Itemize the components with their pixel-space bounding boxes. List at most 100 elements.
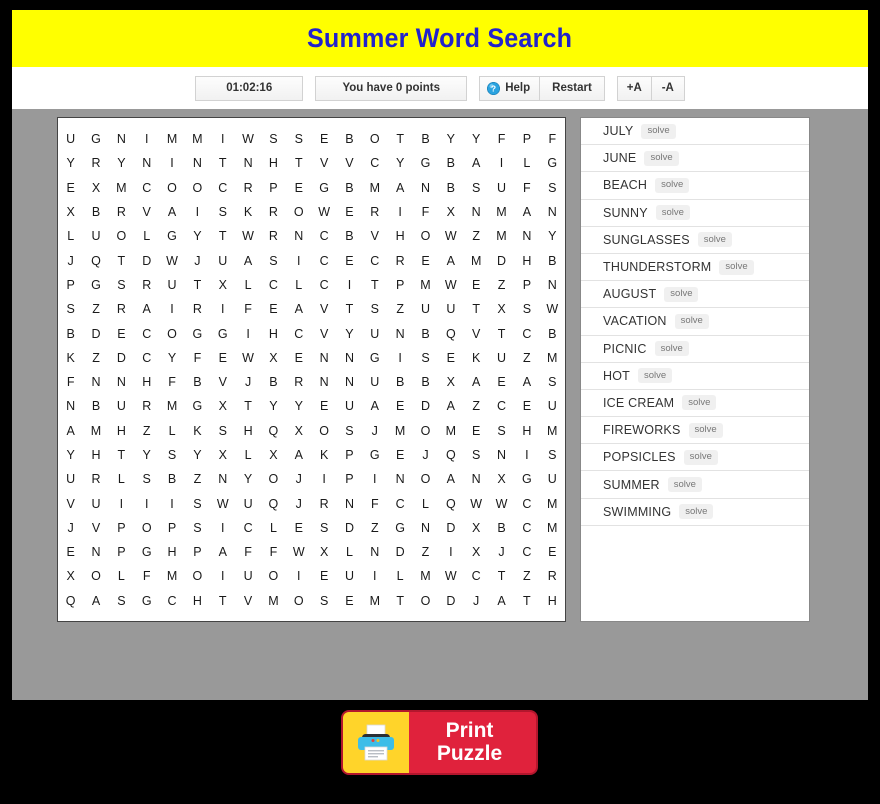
solve-button[interactable]: solve [644, 150, 679, 166]
word-list-panel[interactable]: JULY solve JUNE solve BEACH solve SUNNY solve SU… [580, 117, 810, 622]
letter-cell[interactable]: X [464, 516, 489, 540]
letter-cell[interactable]: A [362, 394, 387, 418]
letter-cell[interactable]: C [514, 540, 539, 564]
letter-cell[interactable]: H [387, 224, 412, 248]
letter-cell[interactable]: U [235, 491, 260, 515]
letter-cell[interactable]: S [540, 370, 565, 394]
letter-cell[interactable]: L [159, 419, 184, 443]
letter-cell[interactable]: F [489, 127, 514, 151]
letter-cell[interactable]: N [540, 273, 565, 297]
letter-cell[interactable]: F [235, 297, 260, 321]
letter-cell[interactable]: F [413, 200, 438, 224]
letter-cell[interactable]: N [134, 151, 159, 175]
letter-cell[interactable]: T [514, 589, 539, 613]
word-list-item[interactable]: JUNE solve [581, 145, 809, 173]
letter-cell[interactable]: C [311, 248, 336, 272]
letter-cell[interactable]: W [159, 248, 184, 272]
letter-cell[interactable]: X [311, 540, 336, 564]
letter-cell[interactable]: I [134, 491, 159, 515]
letter-cell[interactable]: V [210, 370, 235, 394]
letter-cell[interactable]: Q [261, 419, 286, 443]
letter-cell[interactable]: E [58, 540, 83, 564]
letter-cell[interactable]: C [134, 346, 159, 370]
letter-cell[interactable]: J [58, 516, 83, 540]
letter-cell[interactable]: E [337, 589, 362, 613]
letter-cell[interactable]: U [235, 564, 260, 588]
letter-cell[interactable]: H [514, 248, 539, 272]
letter-cell[interactable]: I [159, 151, 184, 175]
letter-cell[interactable]: R [286, 370, 311, 394]
letter-cell[interactable]: W [464, 491, 489, 515]
letter-cell[interactable]: D [109, 346, 134, 370]
letter-cell[interactable]: X [438, 370, 463, 394]
letter-cell[interactable]: F [235, 540, 260, 564]
letter-cell[interactable]: I [185, 200, 210, 224]
letter-cell[interactable]: B [58, 321, 83, 345]
letter-cell[interactable]: M [109, 176, 134, 200]
letter-cell[interactable]: V [58, 491, 83, 515]
letter-cell[interactable]: J [185, 248, 210, 272]
letter-cell[interactable]: T [109, 443, 134, 467]
letter-cell[interactable]: X [489, 467, 514, 491]
letter-cell[interactable]: O [261, 467, 286, 491]
letter-cell[interactable]: M [540, 346, 565, 370]
letter-cell[interactable]: L [134, 224, 159, 248]
letter-cell[interactable]: T [210, 151, 235, 175]
letter-cell[interactable]: L [387, 564, 412, 588]
letter-cell[interactable]: J [235, 370, 260, 394]
letter-cell[interactable]: H [540, 589, 565, 613]
letter-cell[interactable]: B [261, 370, 286, 394]
letter-cell[interactable]: S [464, 176, 489, 200]
letter-cell[interactable]: G [514, 467, 539, 491]
letter-cell[interactable]: C [311, 224, 336, 248]
letter-cell[interactable]: H [134, 370, 159, 394]
solve-button[interactable]: solve [655, 177, 690, 193]
letter-cell[interactable]: S [159, 443, 184, 467]
letter-cell[interactable]: E [58, 176, 83, 200]
letter-cell[interactable]: S [261, 248, 286, 272]
letter-cell[interactable]: S [261, 127, 286, 151]
letter-cell[interactable]: E [286, 176, 311, 200]
letter-cell[interactable]: O [185, 564, 210, 588]
word-list-item[interactable]: SUNGLASSES solve [581, 227, 809, 254]
letter-cell[interactable]: B [413, 370, 438, 394]
letter-cell[interactable]: E [311, 394, 336, 418]
letter-cell[interactable]: E [438, 346, 463, 370]
letter-cell[interactable]: S [185, 491, 210, 515]
letter-cell[interactable]: R [109, 200, 134, 224]
letter-cell[interactable]: L [286, 273, 311, 297]
letter-cell[interactable]: B [413, 127, 438, 151]
letter-cell[interactable]: Y [464, 127, 489, 151]
letter-cell[interactable]: M [387, 419, 412, 443]
letter-cell[interactable]: S [109, 589, 134, 613]
letter-cell[interactable]: I [311, 467, 336, 491]
letter-cell[interactable]: U [58, 127, 83, 151]
letter-cell[interactable]: P [514, 127, 539, 151]
letter-cell[interactable]: J [413, 443, 438, 467]
letter-cell[interactable]: Q [83, 248, 108, 272]
letter-cell[interactable]: T [286, 151, 311, 175]
letter-cell[interactable]: U [489, 346, 514, 370]
solve-button[interactable]: solve [638, 368, 673, 384]
letter-cell[interactable]: E [286, 516, 311, 540]
letter-cell[interactable]: T [210, 589, 235, 613]
letter-cell[interactable]: W [438, 273, 463, 297]
letter-cell[interactable]: G [413, 151, 438, 175]
letter-cell[interactable]: E [337, 248, 362, 272]
letter-cell[interactable]: A [514, 370, 539, 394]
letter-cell[interactable]: D [83, 321, 108, 345]
letter-cell[interactable]: M [489, 224, 514, 248]
word-list-item[interactable]: POPSICLES solve [581, 444, 809, 472]
letter-cell[interactable]: D [438, 589, 463, 613]
letter-cell[interactable]: C [362, 248, 387, 272]
letter-cell[interactable]: X [438, 200, 463, 224]
letter-cell[interactable]: S [362, 297, 387, 321]
letter-cell[interactable]: T [489, 564, 514, 588]
letter-cell[interactable]: I [235, 321, 260, 345]
letter-cell[interactable]: I [210, 297, 235, 321]
letter-cell[interactable]: G [387, 516, 412, 540]
word-list-item[interactable]: SWIMMING solve [581, 499, 809, 526]
letter-cell[interactable]: M [540, 516, 565, 540]
solve-button[interactable]: solve [655, 205, 690, 221]
letter-cell[interactable]: Z [83, 297, 108, 321]
